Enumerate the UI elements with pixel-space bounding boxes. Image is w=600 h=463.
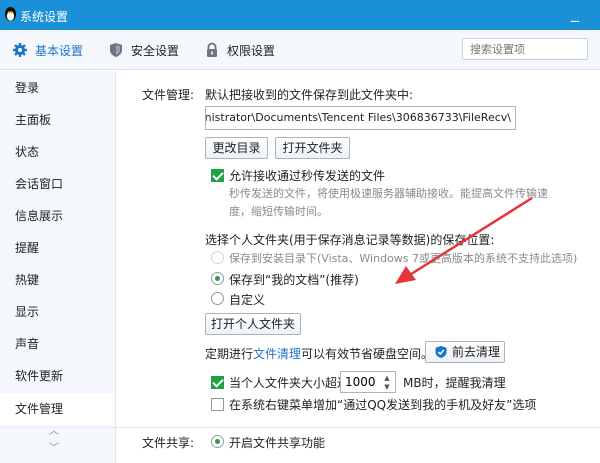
window-title: 系统设置 <box>20 10 69 24</box>
tab-label: 基本设置 <box>35 43 84 58</box>
sidebar-item-display[interactable]: 显示 <box>0 296 115 328</box>
size-alert-checkbox[interactable] <box>211 376 224 389</box>
tab-security-settings[interactable]: 安全设置 <box>108 40 179 60</box>
custom-location-radio[interactable] <box>211 292 224 305</box>
settings-search[interactable] <box>462 38 588 60</box>
sidebar-item-main-panel[interactable]: 主面板 <box>0 104 115 136</box>
enable-file-share-radio[interactable] <box>211 435 224 448</box>
sidebar-item-status[interactable]: 状态 <box>0 136 115 168</box>
enable-file-share-label: 开启文件共享功能 <box>229 436 326 450</box>
allow-flash-transfer-label: 允许接收通过秒传发送的文件 <box>229 169 386 183</box>
go-cleanup-label: 前去清理 <box>452 345 501 359</box>
cleanup-prefix: 定期进行 <box>205 347 254 361</box>
sidebar-item-info-display[interactable]: 信息展示 <box>0 200 115 232</box>
size-limit-input[interactable] <box>341 372 381 392</box>
minimize-button[interactable]: _ <box>564 2 586 24</box>
search-input[interactable] <box>463 39 587 59</box>
gear-icon <box>13 43 27 57</box>
context-menu-label: 在系统右键菜单增加“通过QQ发送到我的手机及好友”选项 <box>229 398 537 412</box>
open-folder-button[interactable]: 打开文件夹 <box>275 137 350 159</box>
sidebar-item-reminders[interactable]: 提醒 <box>0 232 115 264</box>
allow-flash-transfer-checkbox[interactable] <box>211 169 224 182</box>
size-limit-stepper[interactable]: ▲ ▼ <box>340 371 396 393</box>
save-path-field[interactable]: dministrator\Documents\Tencent Files\306… <box>205 106 516 130</box>
change-directory-button[interactable]: 更改目录 <box>205 137 268 159</box>
title-bar: 系统设置 _ <box>0 0 600 30</box>
sidebar-item-file-management[interactable]: 文件管理 <box>0 393 115 425</box>
shield-icon <box>110 43 122 57</box>
custom-location-radio-label: 自定义 <box>229 293 266 307</box>
sidebar-item-sound[interactable]: 声音 <box>0 328 115 360</box>
file-share-section-label: 文件共享: <box>142 436 195 450</box>
open-personal-folder-button[interactable]: 打开个人文件夹 <box>205 313 301 335</box>
cleanup-hint: 定期进行文件清理可以有效节省硬盘空间。 <box>205 345 433 362</box>
scroll-down-icon[interactable]: ﹀ <box>48 443 60 455</box>
sidebar-item-chat-window[interactable]: 会话窗口 <box>0 168 115 200</box>
my-documents-radio[interactable] <box>211 272 224 285</box>
file-management-section-label: 文件管理: <box>142 88 195 102</box>
cleanup-suffix: 可以有效节省硬盘空间。 <box>301 347 434 361</box>
tab-permission-settings[interactable]: 权限设置 <box>204 40 275 60</box>
section-divider <box>0 427 600 428</box>
my-documents-radio-label: 保存到“我的文档”(推荐) <box>229 273 359 287</box>
save-path-value: dministrator\Documents\Tencent Files\306… <box>205 111 511 124</box>
tab-label: 安全设置 <box>131 43 180 58</box>
lock-icon <box>207 42 217 57</box>
personal-folder-label: 选择个人文件夹(用于保存消息记录等数据)的保存位置: <box>205 233 495 247</box>
sidebar-item-hotkeys[interactable]: 热键 <box>0 264 115 296</box>
install-dir-radio[interactable] <box>211 251 224 264</box>
default-save-label: 默认把接收到的文件保存到此文件夹中: <box>205 88 414 102</box>
tab-label: 权限设置 <box>227 43 276 58</box>
tab-basic-settings[interactable]: 基本设置 <box>12 40 83 60</box>
size-alert-prefix: 当个人文件夹大小超过 <box>229 376 350 390</box>
size-alert-suffix: MB时，提醒我清理 <box>403 376 506 390</box>
install-dir-radio-label: 保存到安装目录下(Vista、Windows 7或更高版本的系统不支持此选项) <box>229 252 578 265</box>
sidebar-item-software-update[interactable]: 软件更新 <box>0 360 115 392</box>
context-menu-checkbox[interactable] <box>211 398 224 411</box>
shield-check-icon <box>435 346 447 358</box>
stepper-down-icon[interactable]: ▼ <box>381 382 393 392</box>
flash-transfer-description-line1: 秒传发送的文件，将使用极速服务器辅助接收。能提高文件传输速 <box>229 187 548 200</box>
sidebar-item-login[interactable]: 登录 <box>0 72 115 104</box>
file-cleanup-link[interactable]: 文件清理 <box>253 347 301 361</box>
go-cleanup-button[interactable]: 前去清理 <box>425 341 505 363</box>
flash-transfer-description-line2: 度，缩短传输时间。 <box>229 205 328 218</box>
qq-penguin-icon <box>5 7 16 21</box>
